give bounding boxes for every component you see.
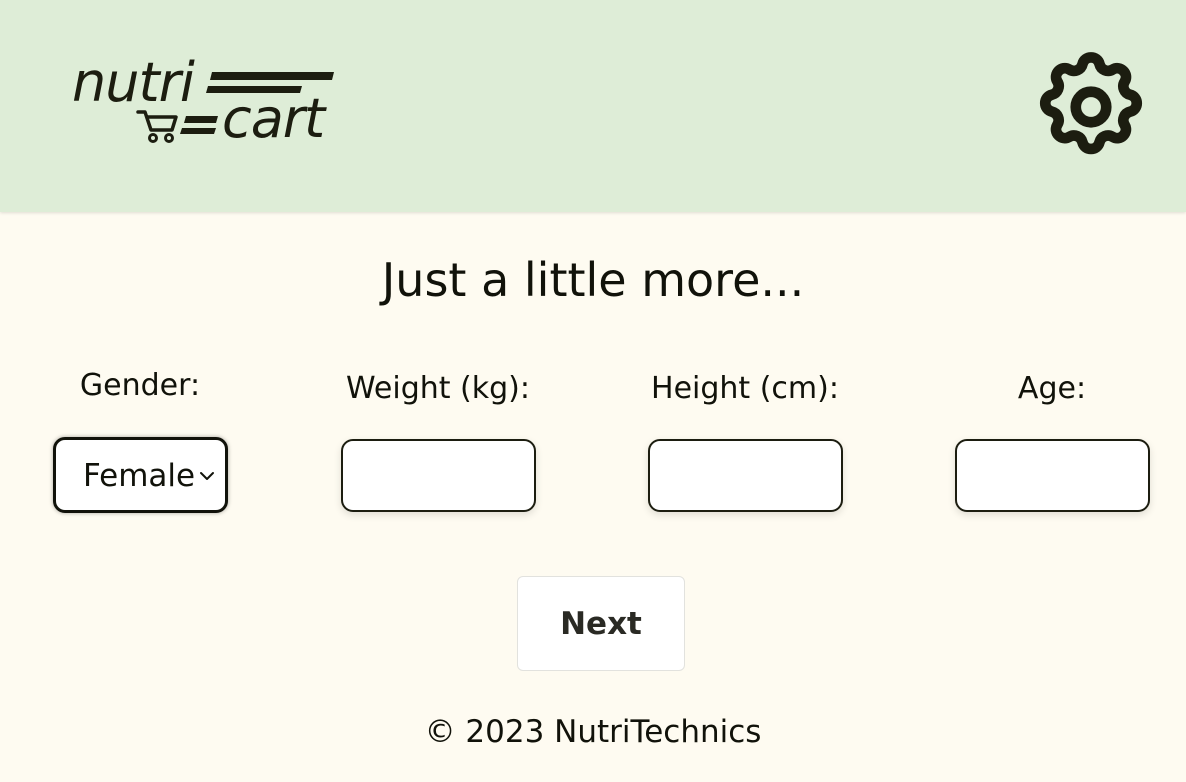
app-header: nutri cart <box>0 0 1186 212</box>
weight-label: Weight (kg): <box>346 371 530 406</box>
gender-select-value: Female <box>83 458 196 494</box>
height-label: Height (cm): <box>651 371 839 406</box>
nutricart-logo[interactable]: nutri cart <box>72 52 342 152</box>
gender-select[interactable]: Female <box>53 437 228 513</box>
age-input[interactable] <box>955 439 1150 512</box>
gear-icon <box>1039 52 1143 155</box>
next-button[interactable]: Next <box>517 576 685 671</box>
weight-input[interactable] <box>341 439 536 512</box>
logo-word-cart: cart <box>222 87 325 150</box>
footer-copyright: © 2023 NutriTechnics <box>424 714 762 750</box>
age-label: Age: <box>1017 371 1087 406</box>
settings-button[interactable] <box>1030 46 1152 168</box>
height-input[interactable] <box>648 439 843 512</box>
logo-word-nutri: nutri <box>72 51 195 114</box>
chevron-down-icon <box>200 472 214 480</box>
gender-label: Gender: <box>79 368 201 403</box>
page-title: Just a little more... <box>381 253 805 307</box>
